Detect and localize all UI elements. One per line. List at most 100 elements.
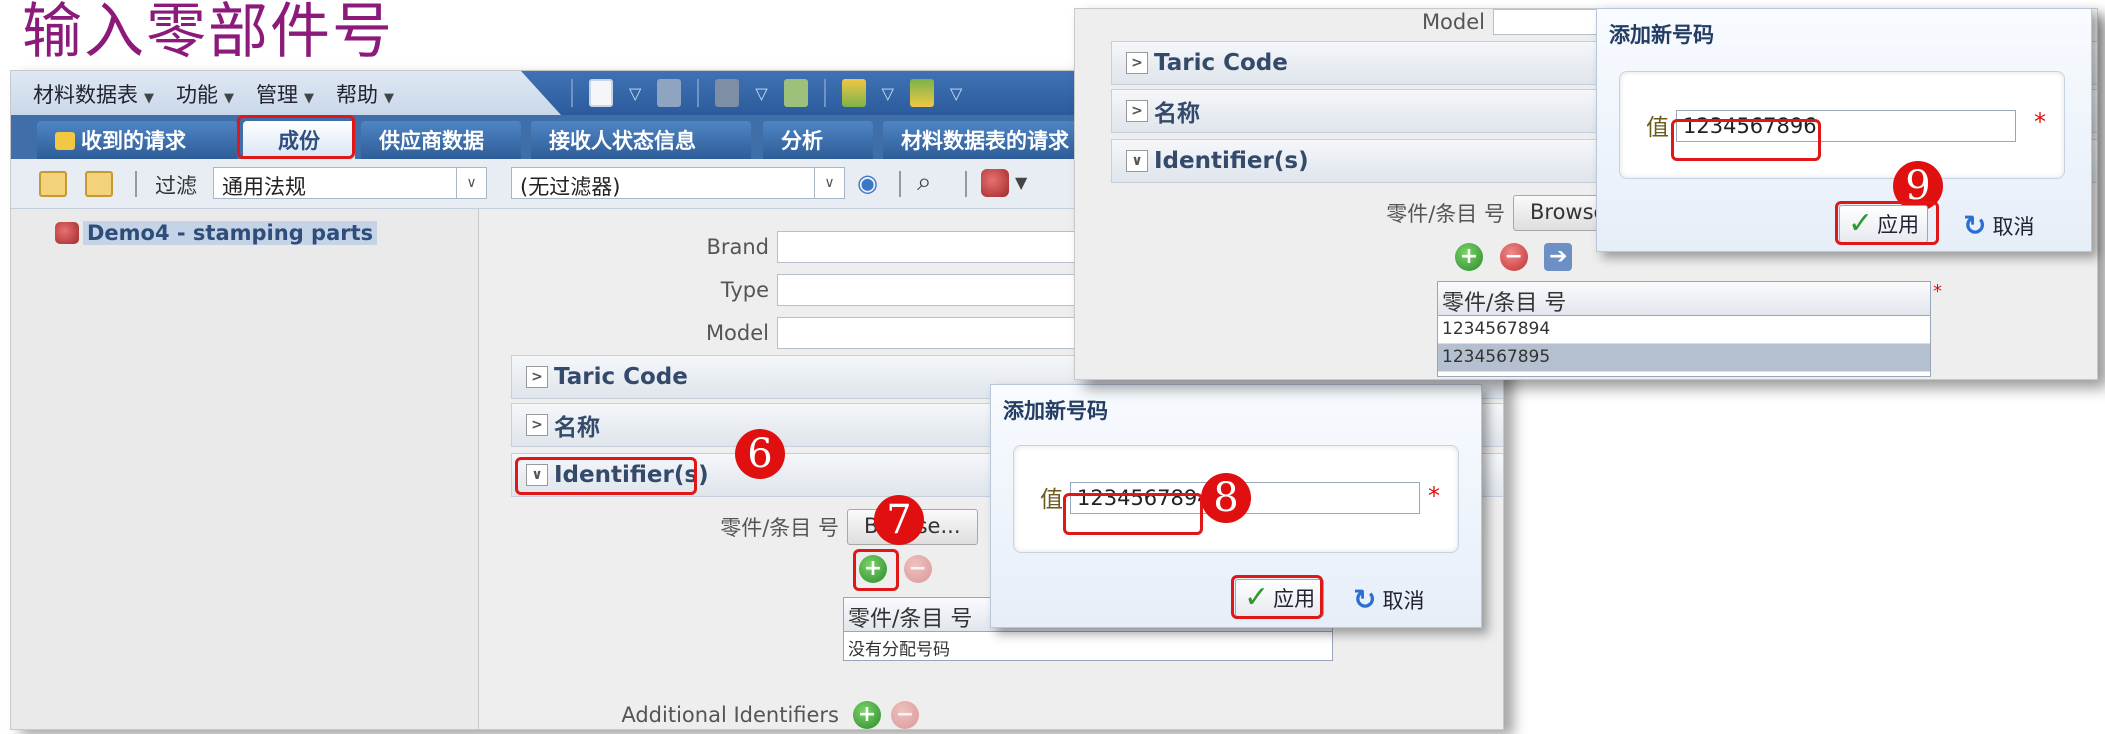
search-icon[interactable]: ⌕ — [917, 167, 932, 198]
add-remove-buttons: + − ➔ — [1455, 243, 1573, 271]
value-label: 值 — [1646, 115, 1669, 141]
tab-recipient-status[interactable]: 接收人状态信息 — [531, 121, 751, 159]
callout-7: 7 — [874, 495, 924, 545]
cancel-button[interactable]: ↻ 取消 — [1353, 583, 1424, 616]
chevron-right-icon: > — [1126, 52, 1148, 74]
section-name-label: 名称 — [554, 415, 600, 441]
filter-separator — [135, 171, 137, 197]
filter-separator — [899, 171, 901, 197]
save-icon[interactable] — [657, 79, 682, 107]
add-part-dropdown-icon[interactable]: ▼ — [1015, 173, 1027, 192]
chevron-right-icon: > — [526, 414, 548, 436]
model-label: Model — [705, 321, 769, 345]
brand-label: Brand — [706, 235, 769, 259]
part-number-table: 零件/条目 号 1234567894 1234567895 — [1437, 281, 1931, 377]
table-header: 零件/条目 号 — [1438, 282, 1930, 316]
chevron-right-icon: > — [1126, 100, 1148, 122]
slide-title: 输入零部件号 — [22, 0, 394, 67]
part-number-row: 零件/条目 号 Browse... N — [679, 509, 1007, 545]
table-row[interactable]: 1234567894 — [1438, 316, 1930, 344]
section-taric-label: Taric Code — [1154, 50, 1288, 76]
toolbar-separator — [571, 79, 573, 107]
tree-node-label: Demo4 - stamping parts — [83, 221, 378, 245]
add-icon[interactable]: + — [853, 701, 881, 729]
additional-identifiers-label: Additional Identifiers — [621, 703, 839, 727]
inbox-icon — [55, 132, 75, 150]
download-icon[interactable] — [841, 79, 866, 107]
tab-supplier-data[interactable]: 供应商数据 — [361, 121, 521, 159]
empty-table-text: 没有分配号码 — [848, 640, 950, 660]
filter-separator — [965, 171, 967, 197]
section-identifiers-label: Identifier(s) — [1154, 148, 1309, 174]
dialog-title: 添加新号码 — [1609, 23, 1714, 47]
cancel-label: 取消 — [1382, 588, 1425, 613]
new-dropdown-icon[interactable]: ▽ — [629, 84, 641, 103]
menu-admin[interactable]: 管理 ▼ — [256, 79, 314, 109]
chevron-down-icon: ∨ — [1126, 150, 1148, 172]
print-dropdown-icon[interactable]: ▽ — [755, 84, 767, 103]
upload-icon[interactable] — [909, 79, 934, 107]
print-icon[interactable] — [715, 79, 740, 107]
additional-identifiers-row: Additional Identifiers + − — [603, 701, 919, 729]
model-label: Model — [1421, 10, 1485, 34]
remove-icon[interactable]: − — [891, 701, 919, 729]
tree-node[interactable]: Demo4 - stamping parts — [55, 221, 378, 245]
chevron-down-icon: ∨ — [814, 168, 844, 198]
required-marker: * — [2034, 108, 2046, 136]
add-part-icon[interactable] — [981, 169, 1009, 197]
collapse-folder-icon[interactable] — [85, 171, 113, 197]
regulation-select-value: 通用法规 — [222, 175, 306, 199]
highlight-apply — [1231, 575, 1323, 619]
add-icon[interactable]: + — [1455, 243, 1483, 271]
menu-help[interactable]: 帮助 ▼ — [336, 79, 394, 109]
download-dropdown-icon[interactable]: ▽ — [882, 84, 894, 103]
highlight-value-input — [1671, 119, 1821, 161]
callout-6: 6 — [735, 429, 785, 479]
tree-pane: Demo4 - stamping parts — [11, 209, 479, 729]
cancel-button[interactable]: ↻ 取消 — [1963, 209, 2034, 242]
value-label: 值 — [1040, 487, 1063, 513]
tab-analysis[interactable]: 分析 — [763, 121, 873, 159]
undo-icon: ↻ — [1353, 583, 1377, 616]
type-label: Type — [720, 278, 769, 302]
toolbar-separator — [697, 79, 700, 107]
filter-label: 过滤 — [155, 174, 197, 198]
menu-material-datasheet[interactable]: 材料数据表 ▼ — [33, 79, 154, 109]
section-name-label: 名称 — [1154, 101, 1200, 127]
callout-8: 8 — [1201, 473, 1251, 523]
upload-dropdown-icon[interactable]: ▽ — [950, 84, 962, 103]
menu-functions[interactable]: 功能 ▼ — [176, 79, 234, 109]
table-row-selected[interactable]: 1234567895 — [1438, 344, 1930, 372]
part-number-label: 零件/条目 号 — [1386, 202, 1505, 226]
highlight-add — [853, 549, 899, 591]
regulation-select[interactable]: 通用法规 ∨ — [213, 167, 487, 199]
cancel-label: 取消 — [1992, 214, 2035, 239]
new-document-icon[interactable] — [589, 79, 613, 107]
dialog-title: 添加新号码 — [1003, 399, 1108, 423]
expand-folder-icon[interactable] — [39, 171, 67, 197]
add-number-dialog: 添加新号码 值 1234567894 * 8 ✓ 应用 ↻ 取消 — [990, 384, 1482, 628]
toolbar-separator — [823, 79, 826, 107]
edit-document-icon[interactable] — [783, 79, 808, 107]
highlight-value-input — [1063, 493, 1203, 535]
part-number-label: 零件/条目 号 — [720, 516, 839, 540]
eye-icon[interactable]: ◉ — [857, 169, 887, 197]
add-number-dialog-2: 添加新号码 值 1234567896 * 9 ✓ 应用 ↻ 取消 — [1596, 8, 2092, 252]
part-icon — [55, 222, 79, 244]
chevron-right-icon: > — [526, 366, 548, 388]
tab-received-requests[interactable]: 收到的请求 — [37, 121, 237, 159]
section-taric-label: Taric Code — [554, 364, 688, 390]
remove-icon[interactable]: − — [1499, 243, 1528, 271]
highlight-identifiers — [515, 457, 697, 495]
undo-icon: ↻ — [1963, 209, 1987, 242]
filter-select[interactable]: (无过滤器) ∨ — [511, 167, 845, 199]
highlight-tab — [237, 115, 355, 159]
forward-icon[interactable]: ➔ — [1544, 243, 1573, 271]
chevron-down-icon: ∨ — [456, 168, 486, 198]
required-marker: * — [1933, 281, 1942, 302]
remove-icon[interactable]: − — [903, 555, 932, 583]
filter-select-value: (无过滤器) — [520, 175, 621, 199]
toolbar: ▽ ▽ ▽ ▽ — [571, 79, 962, 107]
required-marker: * — [1428, 482, 1440, 510]
highlight-apply — [1835, 201, 1939, 245]
